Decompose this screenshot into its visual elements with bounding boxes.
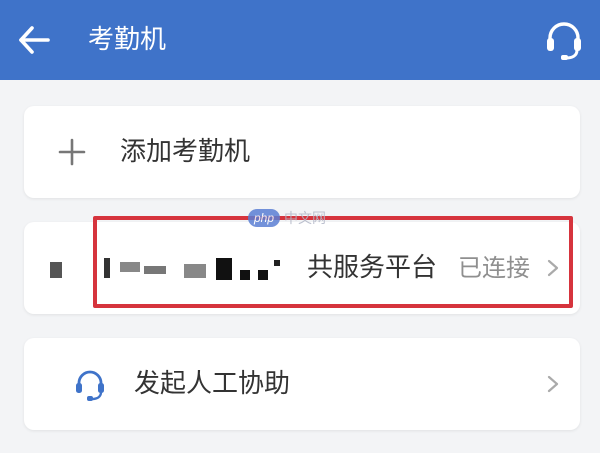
request-human-assistance-label: 发起人工协助 <box>134 369 291 399</box>
watermark-text: 中文网 <box>284 211 326 227</box>
app-header: 考勤机 <box>0 0 600 80</box>
device-name: 共服务平台 <box>44 248 444 288</box>
chevron-right-icon <box>547 375 559 393</box>
back-arrow-icon <box>19 26 50 54</box>
plus-icon <box>58 138 86 166</box>
watermark-logo: php <box>248 209 280 227</box>
headset-icon <box>547 22 581 60</box>
add-attendance-machine-label: 添加考勤机 <box>120 137 251 167</box>
back-button[interactable] <box>14 22 54 58</box>
customer-support-button[interactable] <box>542 18 586 62</box>
watermark: php 中文网 <box>248 208 326 228</box>
attendance-device-item[interactable]: 共服务平台 已连接 <box>24 222 580 314</box>
chevron-right-icon <box>547 259 559 277</box>
request-human-assistance-card[interactable]: 发起人工协助 <box>24 338 580 430</box>
connection-status: 已连接 <box>458 254 530 282</box>
device-name-text: 共服务平台 <box>307 253 438 283</box>
redacted-name-mosaic <box>44 256 284 282</box>
add-attendance-machine-card[interactable]: 添加考勤机 <box>24 106 580 198</box>
page-title: 考勤机 <box>88 25 167 55</box>
headset-icon <box>76 370 104 401</box>
